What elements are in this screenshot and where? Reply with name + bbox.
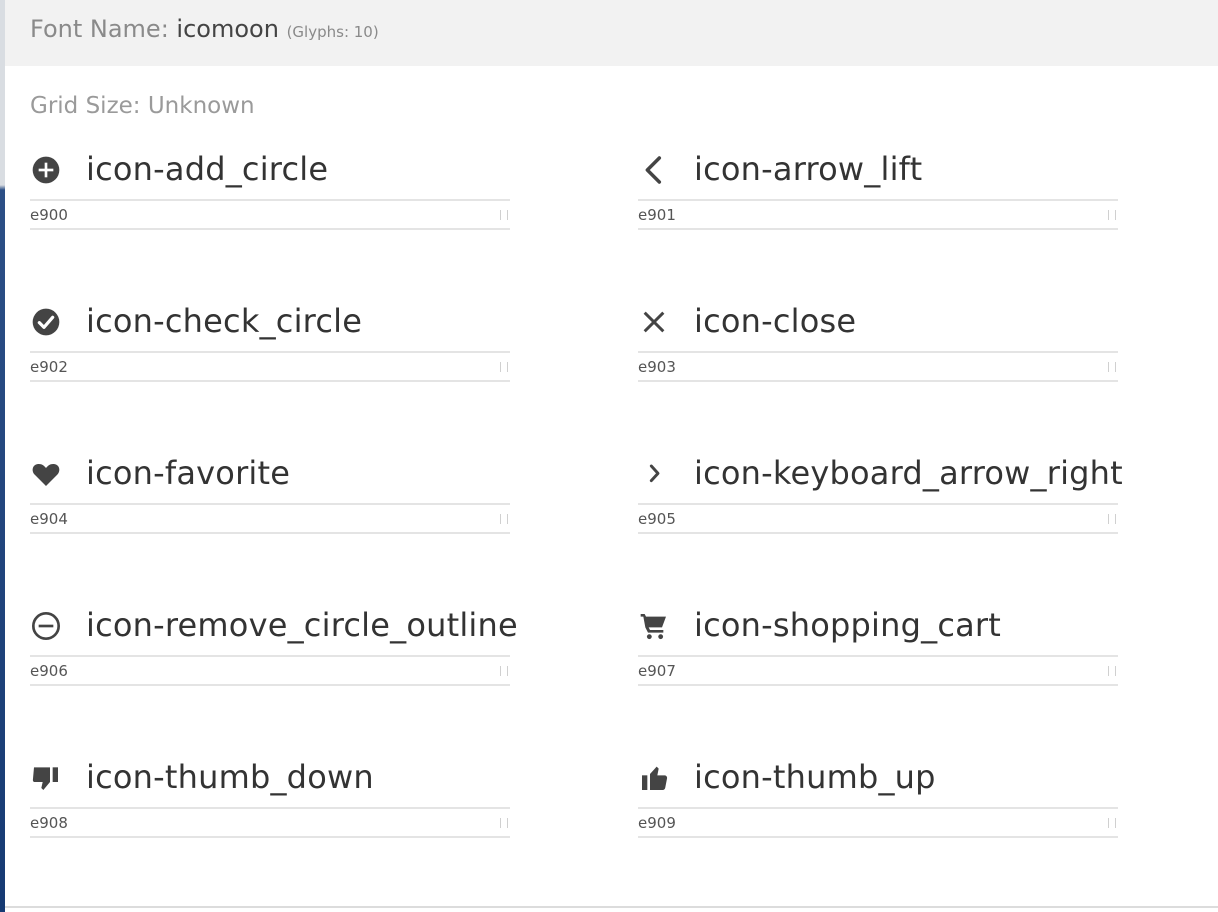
glyph-favorite[interactable]: icon-favorite e904 <box>30 450 510 550</box>
glyph-code-row[interactable]: e907 <box>638 655 1118 686</box>
glyph-code: e907 <box>638 662 676 680</box>
glyph-preview-box <box>500 362 508 372</box>
glyph-add-circle[interactable]: icon-add_circle e900 <box>30 146 510 246</box>
glyph-name: icon-shopping_cart <box>694 606 1002 644</box>
add-circle-icon <box>30 154 62 186</box>
glyph-name: icon-thumb_down <box>86 758 374 796</box>
chevron-right-icon <box>638 458 670 490</box>
arrow-left-icon <box>638 154 670 186</box>
window-edge <box>0 0 5 912</box>
glyph-check-circle[interactable]: icon-check_circle e902 <box>30 298 510 398</box>
glyph-arrow-lift[interactable]: icon-arrow_lift e901 <box>638 146 1118 246</box>
glyph-code: e908 <box>30 814 68 832</box>
check-circle-icon <box>30 306 62 338</box>
glyph-thumb-up[interactable]: icon-thumb_up e909 <box>638 754 1118 854</box>
glyph-name: icon-keyboard_arrow_right <box>694 454 1123 492</box>
glyph-code: e909 <box>638 814 676 832</box>
glyph-preview-box <box>1108 210 1116 220</box>
glyph-code-row[interactable]: e909 <box>638 807 1118 838</box>
glyph-shopping-cart[interactable]: icon-shopping_cart e907 <box>638 602 1118 702</box>
glyph-count: (Glyphs: 10) <box>286 23 379 41</box>
glyph-code: e903 <box>638 358 676 376</box>
glyph-code-row[interactable]: e903 <box>638 351 1118 382</box>
close-icon <box>638 306 670 338</box>
glyph-code: e904 <box>30 510 68 528</box>
glyph-code: e905 <box>638 510 676 528</box>
bottom-divider <box>5 906 1218 908</box>
glyph-code-row[interactable]: e901 <box>638 199 1118 230</box>
glyph-thumb-down[interactable]: icon-thumb_down e908 <box>30 754 510 854</box>
glyph-remove-circle-outline[interactable]: icon-remove_circle_outline e906 <box>30 602 518 702</box>
font-name-label: Font Name: <box>30 15 169 43</box>
font-title: Font Name: icomoon (Glyphs: 10) <box>30 15 379 43</box>
glyph-preview-box <box>500 514 508 524</box>
glyph-code-row[interactable]: e906 <box>30 655 510 686</box>
glyph-preview-box <box>1108 818 1116 828</box>
font-name-value: icomoon <box>176 15 279 43</box>
glyph-preview-box <box>1108 514 1116 524</box>
glyph-name: icon-check_circle <box>86 302 363 340</box>
glyph-code-row[interactable]: e904 <box>30 503 510 534</box>
glyph-name: icon-remove_circle_outline <box>86 606 518 644</box>
glyph-code-row[interactable]: e900 <box>30 199 510 230</box>
glyph-name: icon-thumb_up <box>694 758 936 796</box>
glyph-code-row[interactable]: e908 <box>30 807 510 838</box>
glyph-code-row[interactable]: e905 <box>638 503 1118 534</box>
glyph-name: icon-arrow_lift <box>694 150 923 188</box>
glyph-code: e906 <box>30 662 68 680</box>
glyph-close[interactable]: icon-close e903 <box>638 298 1118 398</box>
glyph-code: e900 <box>30 206 68 224</box>
glyph-keyboard-arrow-right[interactable]: icon-keyboard_arrow_right e905 <box>638 450 1123 550</box>
glyph-name: icon-close <box>694 302 857 340</box>
remove-circle-outline-icon <box>30 610 62 642</box>
glyph-code: e901 <box>638 206 676 224</box>
font-header: Font Name: icomoon (Glyphs: 10) <box>5 0 1218 66</box>
grid-size-label: Grid Size: Unknown <box>30 93 255 119</box>
glyph-code-row[interactable]: e902 <box>30 351 510 382</box>
glyph-name: icon-favorite <box>86 454 291 492</box>
heart-icon <box>30 458 62 490</box>
thumb-down-icon <box>30 762 62 794</box>
glyph-preview-box <box>1108 666 1116 676</box>
glyph-preview-box <box>500 818 508 828</box>
glyph-name: icon-add_circle <box>86 150 329 188</box>
glyph-preview-box <box>1108 362 1116 372</box>
glyph-preview-box <box>500 210 508 220</box>
shopping-cart-icon <box>638 610 670 642</box>
glyph-preview-box <box>500 666 508 676</box>
glyph-code: e902 <box>30 358 68 376</box>
thumb-up-icon <box>638 762 670 794</box>
